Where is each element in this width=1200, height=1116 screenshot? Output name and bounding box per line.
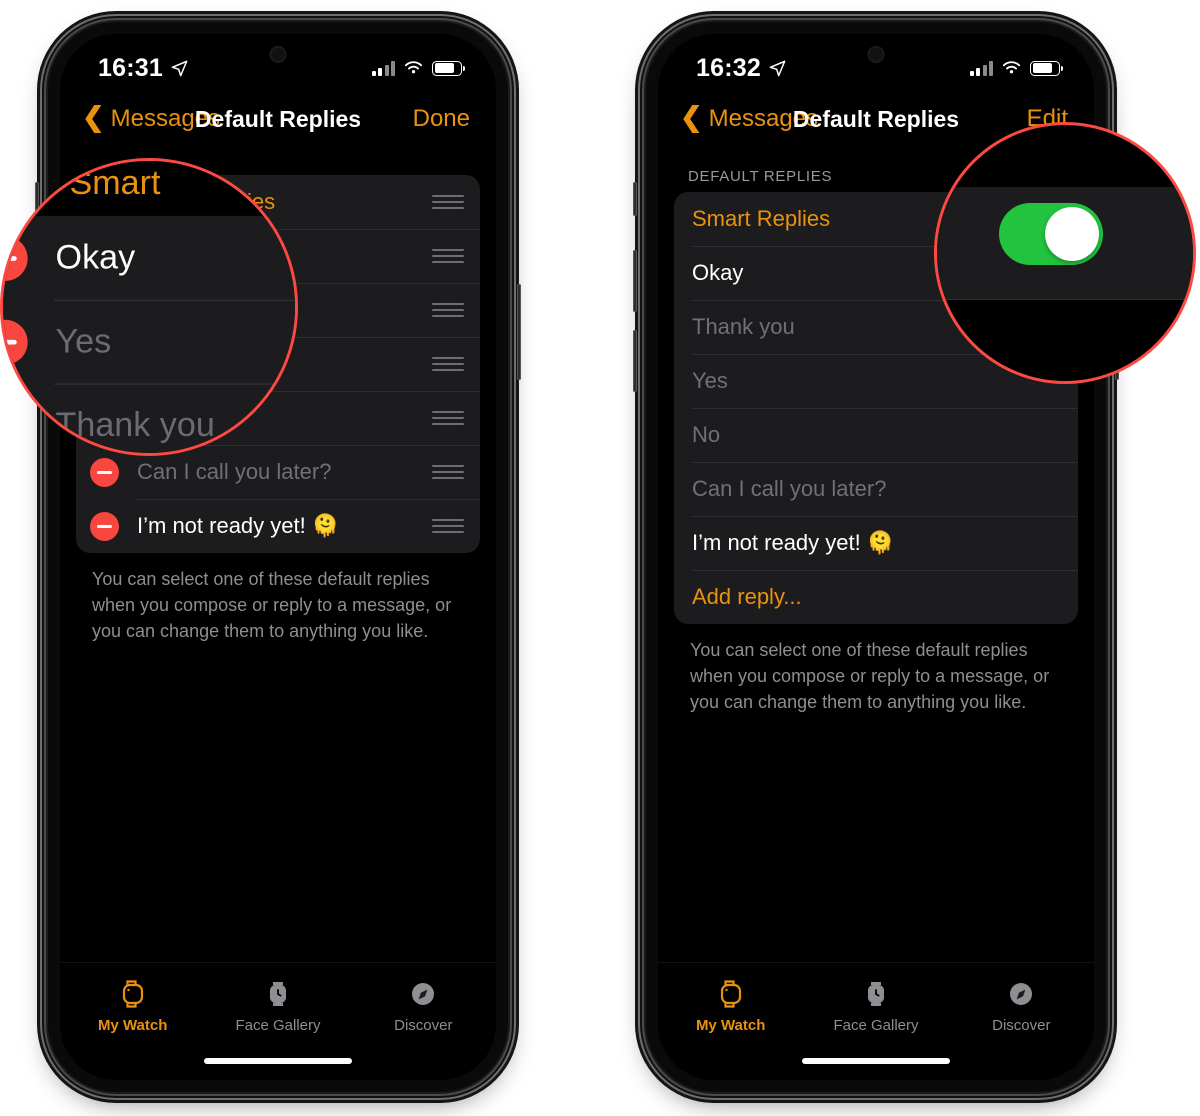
- delete-icon[interactable]: [90, 511, 119, 541]
- delete-icon[interactable]: [3, 402, 28, 448]
- table-row[interactable]: No: [674, 408, 1078, 462]
- magnified-card: Okay Yes Thank you: [3, 215, 295, 453]
- drag-handle-icon[interactable]: [432, 303, 464, 317]
- delete-icon[interactable]: [3, 318, 28, 364]
- delete-icon[interactable]: [3, 235, 28, 281]
- cellular-bars-icon: [969, 60, 993, 76]
- done-button[interactable]: Done: [413, 105, 470, 133]
- status-time: 16:32: [696, 53, 761, 82]
- tab-face-gallery[interactable]: Face Gallery: [205, 977, 350, 1034]
- drag-handle-icon[interactable]: [432, 195, 464, 209]
- watch-icon: [720, 980, 741, 1008]
- tab-face-gallery[interactable]: Face Gallery: [803, 977, 948, 1034]
- magnified-section-title: Smart: [69, 163, 161, 202]
- status-bar: 16:31: [60, 34, 496, 90]
- battery-icon: [1030, 60, 1063, 76]
- compass-icon: [412, 983, 435, 1005]
- back-button-messages[interactable]: ❮ Messages: [82, 102, 221, 133]
- back-button-messages[interactable]: ❮ Messages: [680, 102, 819, 133]
- row-label: No: [692, 422, 721, 447]
- watch-face-icon: [269, 982, 286, 1006]
- tab-my-watch[interactable]: My Watch: [658, 977, 803, 1034]
- add-reply-button[interactable]: Add reply...: [674, 570, 1078, 624]
- status-time-group: 16:32: [696, 54, 787, 83]
- drag-handle-icon[interactable]: [432, 519, 464, 533]
- table-row[interactable]: I’m not ready yet! 🫠: [674, 516, 1078, 570]
- row-label: Can I call you later?: [692, 476, 887, 501]
- navigation-bar: ❮ Messages Default Replies Done: [60, 90, 496, 148]
- watch-icon: [122, 980, 143, 1008]
- tab-label: Discover: [394, 1017, 453, 1034]
- footnote-text: You can select one of these default repl…: [92, 569, 452, 642]
- magnified-list-left: Smart Okay Yes Thank you: [3, 161, 295, 453]
- table-row[interactable]: Thank you: [3, 383, 295, 453]
- watch-face-icon: [867, 982, 884, 1006]
- volume-down-button[interactable]: [633, 330, 637, 392]
- table-row[interactable]: Yes: [3, 299, 295, 384]
- status-indicators: [371, 60, 465, 76]
- tab-discover[interactable]: Discover: [351, 977, 496, 1034]
- screenshot-stage: 16:31 ❮ Messages Default Replies Done Ca…: [0, 0, 1200, 1116]
- tab-label: My Watch: [97, 1017, 168, 1034]
- row-label: Thank you: [55, 405, 215, 444]
- smart-replies-toggle-magnified[interactable]: [999, 203, 1103, 265]
- row-label: Smart Replies: [692, 206, 831, 231]
- tab-label: Discover: [992, 1017, 1051, 1034]
- row-label: Okay: [55, 237, 136, 277]
- back-button-label: Messages: [110, 105, 221, 132]
- tab-discover[interactable]: Discover: [949, 977, 1094, 1034]
- table-row[interactable]: Okay: [3, 216, 295, 300]
- wifi-icon: [404, 61, 423, 74]
- footnote-text: You can select one of these default repl…: [690, 640, 1050, 713]
- wifi-icon: [1002, 61, 1021, 74]
- row-label: I’m not ready yet! 🫠: [692, 530, 895, 555]
- row-label: I’m not ready yet! 🫠: [137, 513, 340, 538]
- tab-my-watch[interactable]: My Watch: [60, 977, 205, 1034]
- row-label: Yes: [55, 321, 112, 361]
- status-time-group: 16:31: [98, 54, 189, 83]
- chevron-left-icon: ❮: [82, 102, 105, 132]
- mute-switch[interactable]: [633, 182, 637, 216]
- magnified-separator: [937, 299, 1193, 300]
- row-label: Thank you: [692, 314, 795, 339]
- home-indicator[interactable]: [802, 1058, 950, 1064]
- status-bar: 16:32: [658, 34, 1094, 90]
- compass-icon: [1010, 983, 1033, 1005]
- battery-icon: [432, 60, 465, 76]
- tab-label: My Watch: [695, 1017, 766, 1034]
- tab-label: Face Gallery: [833, 1017, 919, 1034]
- delete-icon[interactable]: [90, 457, 119, 487]
- callout-magnifier-right: [934, 122, 1196, 384]
- status-time: 16:31: [98, 53, 163, 82]
- power-button[interactable]: [517, 284, 521, 380]
- back-button-label: Messages: [708, 105, 819, 132]
- tab-bar-left: My Watch Face Gallery Discover: [60, 962, 496, 1080]
- drag-handle-icon[interactable]: [432, 411, 464, 425]
- tab-bar-right: My Watch Face Gallery Discover: [658, 962, 1094, 1080]
- row-label: Can I call you later?: [137, 459, 332, 484]
- status-indicators: [969, 60, 1063, 76]
- chevron-left-icon: ❮: [680, 102, 703, 132]
- drag-handle-icon[interactable]: [432, 249, 464, 263]
- cellular-bars-icon: [371, 60, 395, 76]
- row-label: Yes: [692, 368, 728, 393]
- volume-up-button[interactable]: [633, 250, 637, 312]
- row-label: Add reply...: [692, 584, 802, 609]
- drag-handle-icon[interactable]: [432, 465, 464, 479]
- drag-handle-icon[interactable]: [432, 357, 464, 371]
- location-arrow-icon: [171, 60, 188, 76]
- tab-label: Face Gallery: [235, 1017, 321, 1034]
- row-label: Okay: [692, 260, 744, 285]
- table-row[interactable]: Can I call you later?: [674, 462, 1078, 516]
- table-row[interactable]: I’m not ready yet! 🫠: [76, 499, 480, 553]
- location-arrow-icon: [769, 60, 786, 76]
- callout-magnifier-left: Smart Okay Yes Thank you: [0, 158, 298, 456]
- home-indicator[interactable]: [204, 1058, 352, 1064]
